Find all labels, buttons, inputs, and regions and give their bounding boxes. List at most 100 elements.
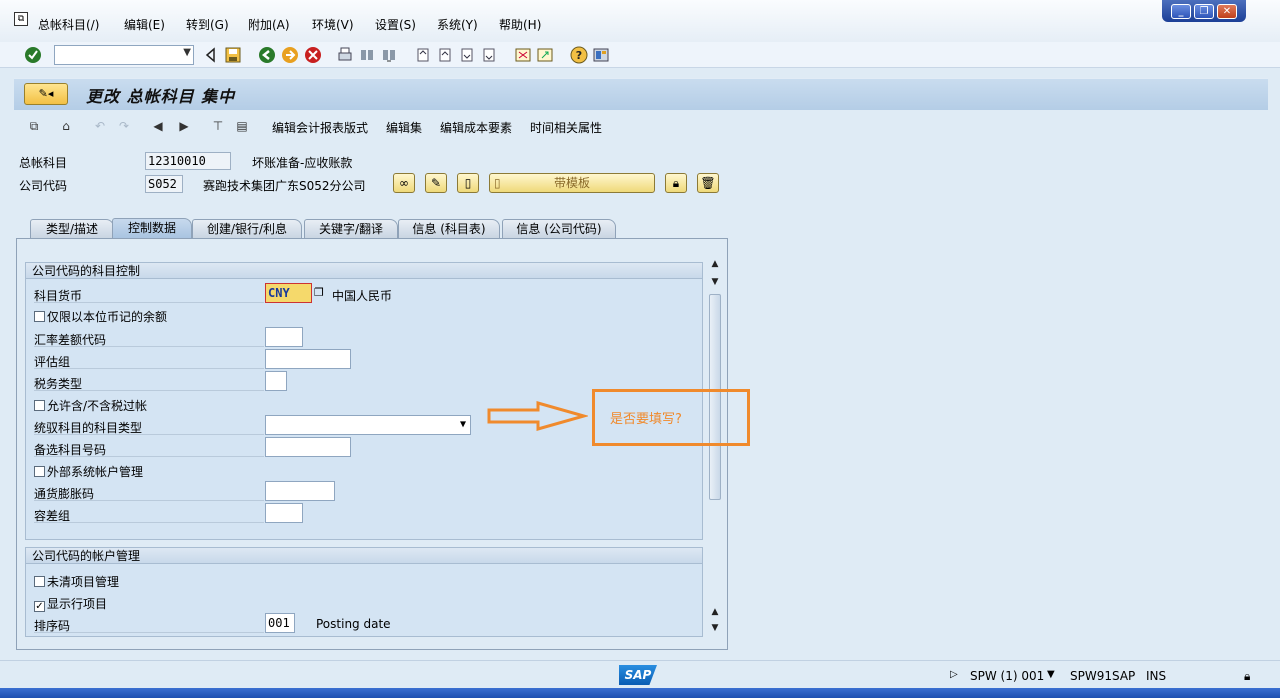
- account-currency-label: 科目货币: [34, 287, 264, 303]
- cancel-icon[interactable]: [304, 46, 322, 64]
- open-item-mgmt-checkbox[interactable]: 未清项目管理: [34, 573, 119, 590]
- chevron-down-icon[interactable]: ▼: [183, 47, 191, 58]
- command-field[interactable]: ▼: [54, 45, 194, 65]
- checkbox-checked[interactable]: ✓: [34, 601, 45, 612]
- currency-help-icon[interactable]: ❐: [314, 286, 324, 299]
- previous-item-icon[interactable]: ◀: [150, 118, 166, 134]
- restore-button[interactable]: ❐: [1194, 3, 1214, 19]
- time-dependent-attributes-button[interactable]: 时间相关属性: [530, 119, 602, 136]
- checkbox-box[interactable]: [34, 311, 45, 322]
- menu-extras[interactable]: 附加(A): [248, 16, 290, 32]
- close-button[interactable]: ✕: [1217, 3, 1237, 19]
- tab-control-data[interactable]: 控制数据: [112, 218, 192, 238]
- redo-icon: ↷: [118, 119, 130, 133]
- os-taskbar: [0, 688, 1280, 698]
- exchange-diff-field[interactable]: [265, 327, 303, 347]
- only-local-currency-checkbox[interactable]: 仅限以本位币记的余额: [34, 308, 167, 325]
- inflation-key-field[interactable]: [265, 481, 335, 501]
- checkbox-box[interactable]: [34, 466, 45, 477]
- menu-settings[interactable]: 设置(S): [375, 16, 416, 32]
- document-icon[interactable]: ▤: [234, 118, 250, 134]
- minimize-button[interactable]: _: [1171, 3, 1191, 19]
- only-local-currency-label: 仅限以本位币记的余额: [47, 310, 168, 324]
- gl-account-field[interactable]: 12310010: [145, 152, 231, 170]
- lock-button[interactable]: 🔒︎: [665, 173, 687, 193]
- with-template-button[interactable]: ▯ 带模板: [489, 173, 655, 193]
- tax-category-label: 税务类型: [34, 375, 264, 391]
- tolerance-group-label: 容差组: [34, 507, 264, 523]
- next-page-icon[interactable]: [458, 46, 476, 64]
- allow-tax-posting-checkbox[interactable]: 允许含/不含税过帐: [34, 397, 147, 414]
- tab-info-chart-of-accounts[interactable]: 信息 (科目表): [398, 219, 500, 238]
- tab-type-description[interactable]: 类型/描述: [30, 219, 114, 238]
- tax-category-field[interactable]: [265, 371, 287, 391]
- vertical-scrollbar[interactable]: ▲ ▼ ▲ ▼: [708, 258, 722, 636]
- scroll-down-icon[interactable]: ▼: [708, 622, 722, 634]
- scroll-up-icon[interactable]: ▲: [708, 606, 722, 618]
- external-mgmt-checkbox[interactable]: 外部系统帐户管理: [34, 463, 143, 480]
- chevron-down-icon[interactable]: ▼: [460, 416, 466, 434]
- layout-menu-icon[interactable]: [592, 46, 610, 64]
- account-currency-field[interactable]: CNY: [265, 283, 312, 303]
- valuation-group-field[interactable]: [265, 349, 351, 369]
- help-icon[interactable]: ?: [570, 46, 588, 64]
- exit-icon[interactable]: [281, 46, 299, 64]
- first-page-icon[interactable]: [414, 46, 432, 64]
- menu-edit[interactable]: 编辑(E): [124, 16, 165, 32]
- recon-account-select[interactable]: ▼: [265, 415, 471, 435]
- edit-button[interactable]: ✎: [425, 173, 447, 193]
- blank-page-icon: ▯: [464, 176, 472, 190]
- chevron-down-icon[interactable]: ▼: [1047, 669, 1055, 680]
- checkbox-box[interactable]: [34, 400, 45, 411]
- create-session-icon[interactable]: [514, 46, 532, 64]
- menubar: ⧉ 总帐科目(/) 编辑(E) 转到(G) 附加(A) 环境(V) 设置(S) …: [0, 0, 1280, 42]
- display-change-toggle-button[interactable]: ✎◂: [24, 83, 68, 105]
- filter-icon[interactable]: ⊤: [210, 118, 226, 134]
- scroll-down-icon[interactable]: ▼: [708, 276, 722, 288]
- sort-key-field[interactable]: 001: [265, 613, 295, 633]
- create-button[interactable]: ▯: [457, 173, 479, 193]
- line-item-display-checkbox[interactable]: ✓ 显示行项目: [34, 595, 107, 612]
- glasses-button[interactable]: ∞: [393, 173, 415, 193]
- edit-cost-element-button[interactable]: 编辑成本要素: [440, 119, 512, 136]
- account-management-group-title: 公司代码的帐户管理: [26, 548, 702, 564]
- alt-account-field[interactable]: [265, 437, 351, 457]
- previous-page-icon[interactable]: [436, 46, 454, 64]
- edit-set-button[interactable]: 编辑集: [386, 119, 422, 136]
- enter-icon[interactable]: [24, 46, 42, 64]
- other-object-icon[interactable]: ⧉: [26, 118, 42, 134]
- system-menu-icon[interactable]: ⧉: [14, 12, 28, 26]
- where-used-icon[interactable]: ⌂: [58, 118, 74, 134]
- scroll-up-icon[interactable]: ▲: [708, 258, 722, 270]
- tab-create-bank-interest[interactable]: 创建/银行/利息: [192, 219, 302, 238]
- with-template-label: 带模板: [553, 176, 590, 190]
- find-icon[interactable]: [358, 46, 376, 64]
- inflation-key-label: 通货膨胀码: [34, 485, 264, 501]
- edit-fs-version-button[interactable]: 编辑会计报表版式: [272, 119, 368, 136]
- menu-environment[interactable]: 环境(V): [312, 16, 354, 32]
- print-icon[interactable]: [336, 46, 354, 64]
- tab-info-company-code[interactable]: 信息 (公司代码): [502, 219, 616, 238]
- last-page-icon[interactable]: [480, 46, 498, 64]
- menu-help[interactable]: 帮助(H): [499, 16, 541, 32]
- system-info: SPW (1) 001: [970, 669, 1045, 683]
- tab-keyword-translation[interactable]: 关键字/翻译: [304, 219, 398, 238]
- external-mgmt-label: 外部系统帐户管理: [47, 465, 144, 479]
- find-next-icon[interactable]: [380, 46, 398, 64]
- save-icon[interactable]: [224, 46, 242, 64]
- checkbox-box[interactable]: [34, 576, 45, 587]
- account-currency-description: 中国人民币: [332, 289, 393, 303]
- account-control-group-title: 公司代码的科目控制: [26, 263, 702, 279]
- back-icon[interactable]: [258, 46, 276, 64]
- next-item-icon[interactable]: ▶: [176, 118, 192, 134]
- menu-goto[interactable]: 转到(G): [186, 16, 229, 32]
- tolerance-group-field[interactable]: [265, 503, 303, 523]
- page-title: 更改 总帐科目 集中: [86, 87, 236, 106]
- delete-button[interactable]: 🗑︎: [697, 173, 719, 193]
- menu-system[interactable]: 系统(Y): [437, 16, 478, 32]
- company-code-field[interactable]: S052: [145, 175, 183, 193]
- shortcut-icon[interactable]: [536, 46, 554, 64]
- status-expand-icon[interactable]: ▷: [950, 669, 958, 680]
- menu-gl-account[interactable]: 总帐科目(/): [38, 16, 99, 32]
- collapse-arrow-icon[interactable]: [202, 46, 220, 64]
